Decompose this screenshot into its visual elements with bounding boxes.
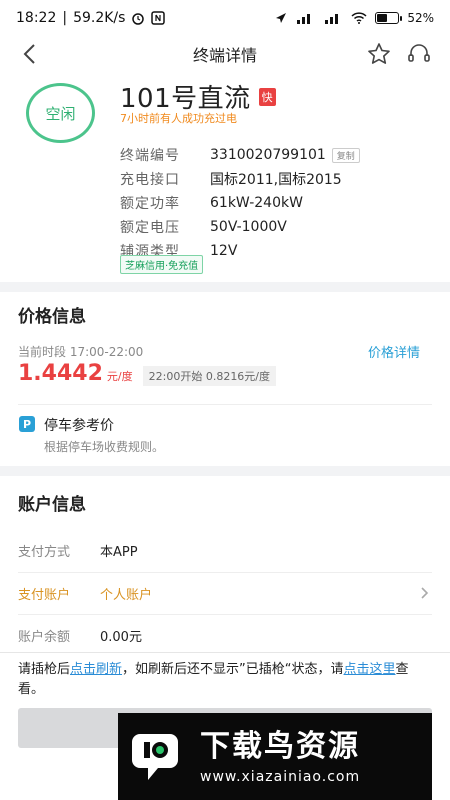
back-arrow-icon[interactable] bbox=[16, 40, 44, 68]
parking-icon: P bbox=[19, 416, 35, 432]
status-time: 18:22 bbox=[16, 10, 57, 26]
info-row-voltage: 额定电压 50V-1000V bbox=[120, 215, 430, 239]
nfc-icon bbox=[151, 11, 166, 25]
location-icon bbox=[276, 13, 287, 23]
bird-logo-icon bbox=[132, 733, 178, 780]
info-label: 终端编号 bbox=[120, 148, 180, 164]
parking-title: 停车参考价 bbox=[44, 418, 114, 434]
account-label: 支付方式 bbox=[18, 544, 71, 560]
payment-method-row: 支付方式 本APP bbox=[18, 530, 432, 570]
account-value: 0.00元 bbox=[100, 629, 142, 645]
price-section-title: 价格信息 bbox=[18, 307, 86, 327]
signal-icon bbox=[325, 14, 339, 24]
info-label: 额定电压 bbox=[120, 220, 180, 236]
price-period: 当前时段 17:00-22:00 bbox=[18, 345, 144, 359]
info-row-connector: 充电接口 国标2011,国标2015 bbox=[120, 167, 430, 191]
account-label: 账户余额 bbox=[18, 629, 71, 645]
parking-description: 根据停车场收费规则。 bbox=[44, 440, 165, 454]
info-value: 12V bbox=[210, 243, 238, 259]
info-value: 3310020799101 bbox=[210, 147, 326, 163]
account-balance-row: 账户余额 0.00元 bbox=[18, 615, 432, 655]
section-divider bbox=[0, 282, 450, 292]
account-section-title: 账户信息 bbox=[18, 495, 86, 515]
current-price: 1.4442 bbox=[18, 361, 103, 386]
watermark-title: 下载鸟资源 bbox=[200, 728, 360, 764]
customer-service-icon[interactable] bbox=[406, 41, 432, 67]
price-row: 1.4442 元/度 22:00开始 0.8216元/度 bbox=[18, 361, 277, 386]
info-row-power: 额定功率 61kW-240kW bbox=[120, 191, 430, 215]
view-here-link[interactable]: 点击这里 bbox=[344, 662, 396, 677]
account-value: 本APP bbox=[100, 544, 138, 560]
divider-line bbox=[18, 404, 432, 405]
nav-bar: 终端详情 bbox=[0, 36, 450, 72]
account-value: 个人账户 bbox=[100, 587, 153, 603]
fast-charge-badge: 快 bbox=[258, 88, 276, 106]
status-bar: 18:22 | 59.2K/s 52% bbox=[16, 10, 434, 26]
last-charge-note: 7小时前有人成功充过电 bbox=[120, 112, 237, 125]
watermark-url: www.xiazainiao.com bbox=[200, 768, 361, 785]
idle-status-badge: 空闲 bbox=[26, 83, 95, 143]
account-label: 支付账户 bbox=[18, 587, 71, 603]
info-label: 额定功率 bbox=[120, 196, 180, 212]
battery-percent: 52% bbox=[407, 11, 434, 25]
watermark-banner: 下载鸟资源 www.xiazainiao.com bbox=[118, 713, 432, 800]
wifi-icon bbox=[351, 12, 367, 24]
payment-account-row[interactable]: 支付账户 个人账户 bbox=[18, 573, 432, 613]
battery-icon bbox=[375, 12, 403, 24]
section-divider bbox=[0, 466, 450, 476]
info-value: 50V-1000V bbox=[210, 219, 287, 235]
alarm-icon bbox=[132, 13, 145, 25]
network-speed: 59.2K/s bbox=[73, 10, 126, 26]
chevron-right-icon bbox=[421, 587, 429, 599]
price-unit: 元/度 bbox=[106, 370, 133, 383]
price-detail-link[interactable]: 价格详情 bbox=[368, 342, 420, 361]
info-row-terminal-id: 终端编号 3310020799101 复制 bbox=[120, 143, 430, 167]
divider-line bbox=[0, 652, 450, 653]
credit-tag: 芝麻信用·免充值 bbox=[120, 255, 204, 274]
info-label: 充电接口 bbox=[120, 172, 180, 188]
next-period-price: 22:00开始 0.8216元/度 bbox=[142, 366, 277, 386]
info-value: 61kW-240kW bbox=[210, 195, 303, 211]
terminal-info: 终端编号 3310020799101 复制 充电接口 国标2011,国标2015… bbox=[120, 143, 430, 263]
refresh-link[interactable]: 点击刷新 bbox=[70, 662, 122, 677]
watermark-text: 下载鸟资源 www.xiazainiao.com bbox=[200, 729, 360, 785]
info-value: 国标2011,国标2015 bbox=[210, 172, 342, 188]
plug-in-notice: 请插枪后点击刷新，如刷新后还不显示”已插枪“状态，请点击这里查看。 bbox=[18, 662, 409, 697]
star-favorite-icon[interactable] bbox=[366, 41, 392, 67]
page-title: 终端详情 bbox=[192, 46, 257, 65]
copy-button[interactable]: 复制 bbox=[331, 147, 360, 163]
signal-hd-icon bbox=[297, 14, 311, 24]
